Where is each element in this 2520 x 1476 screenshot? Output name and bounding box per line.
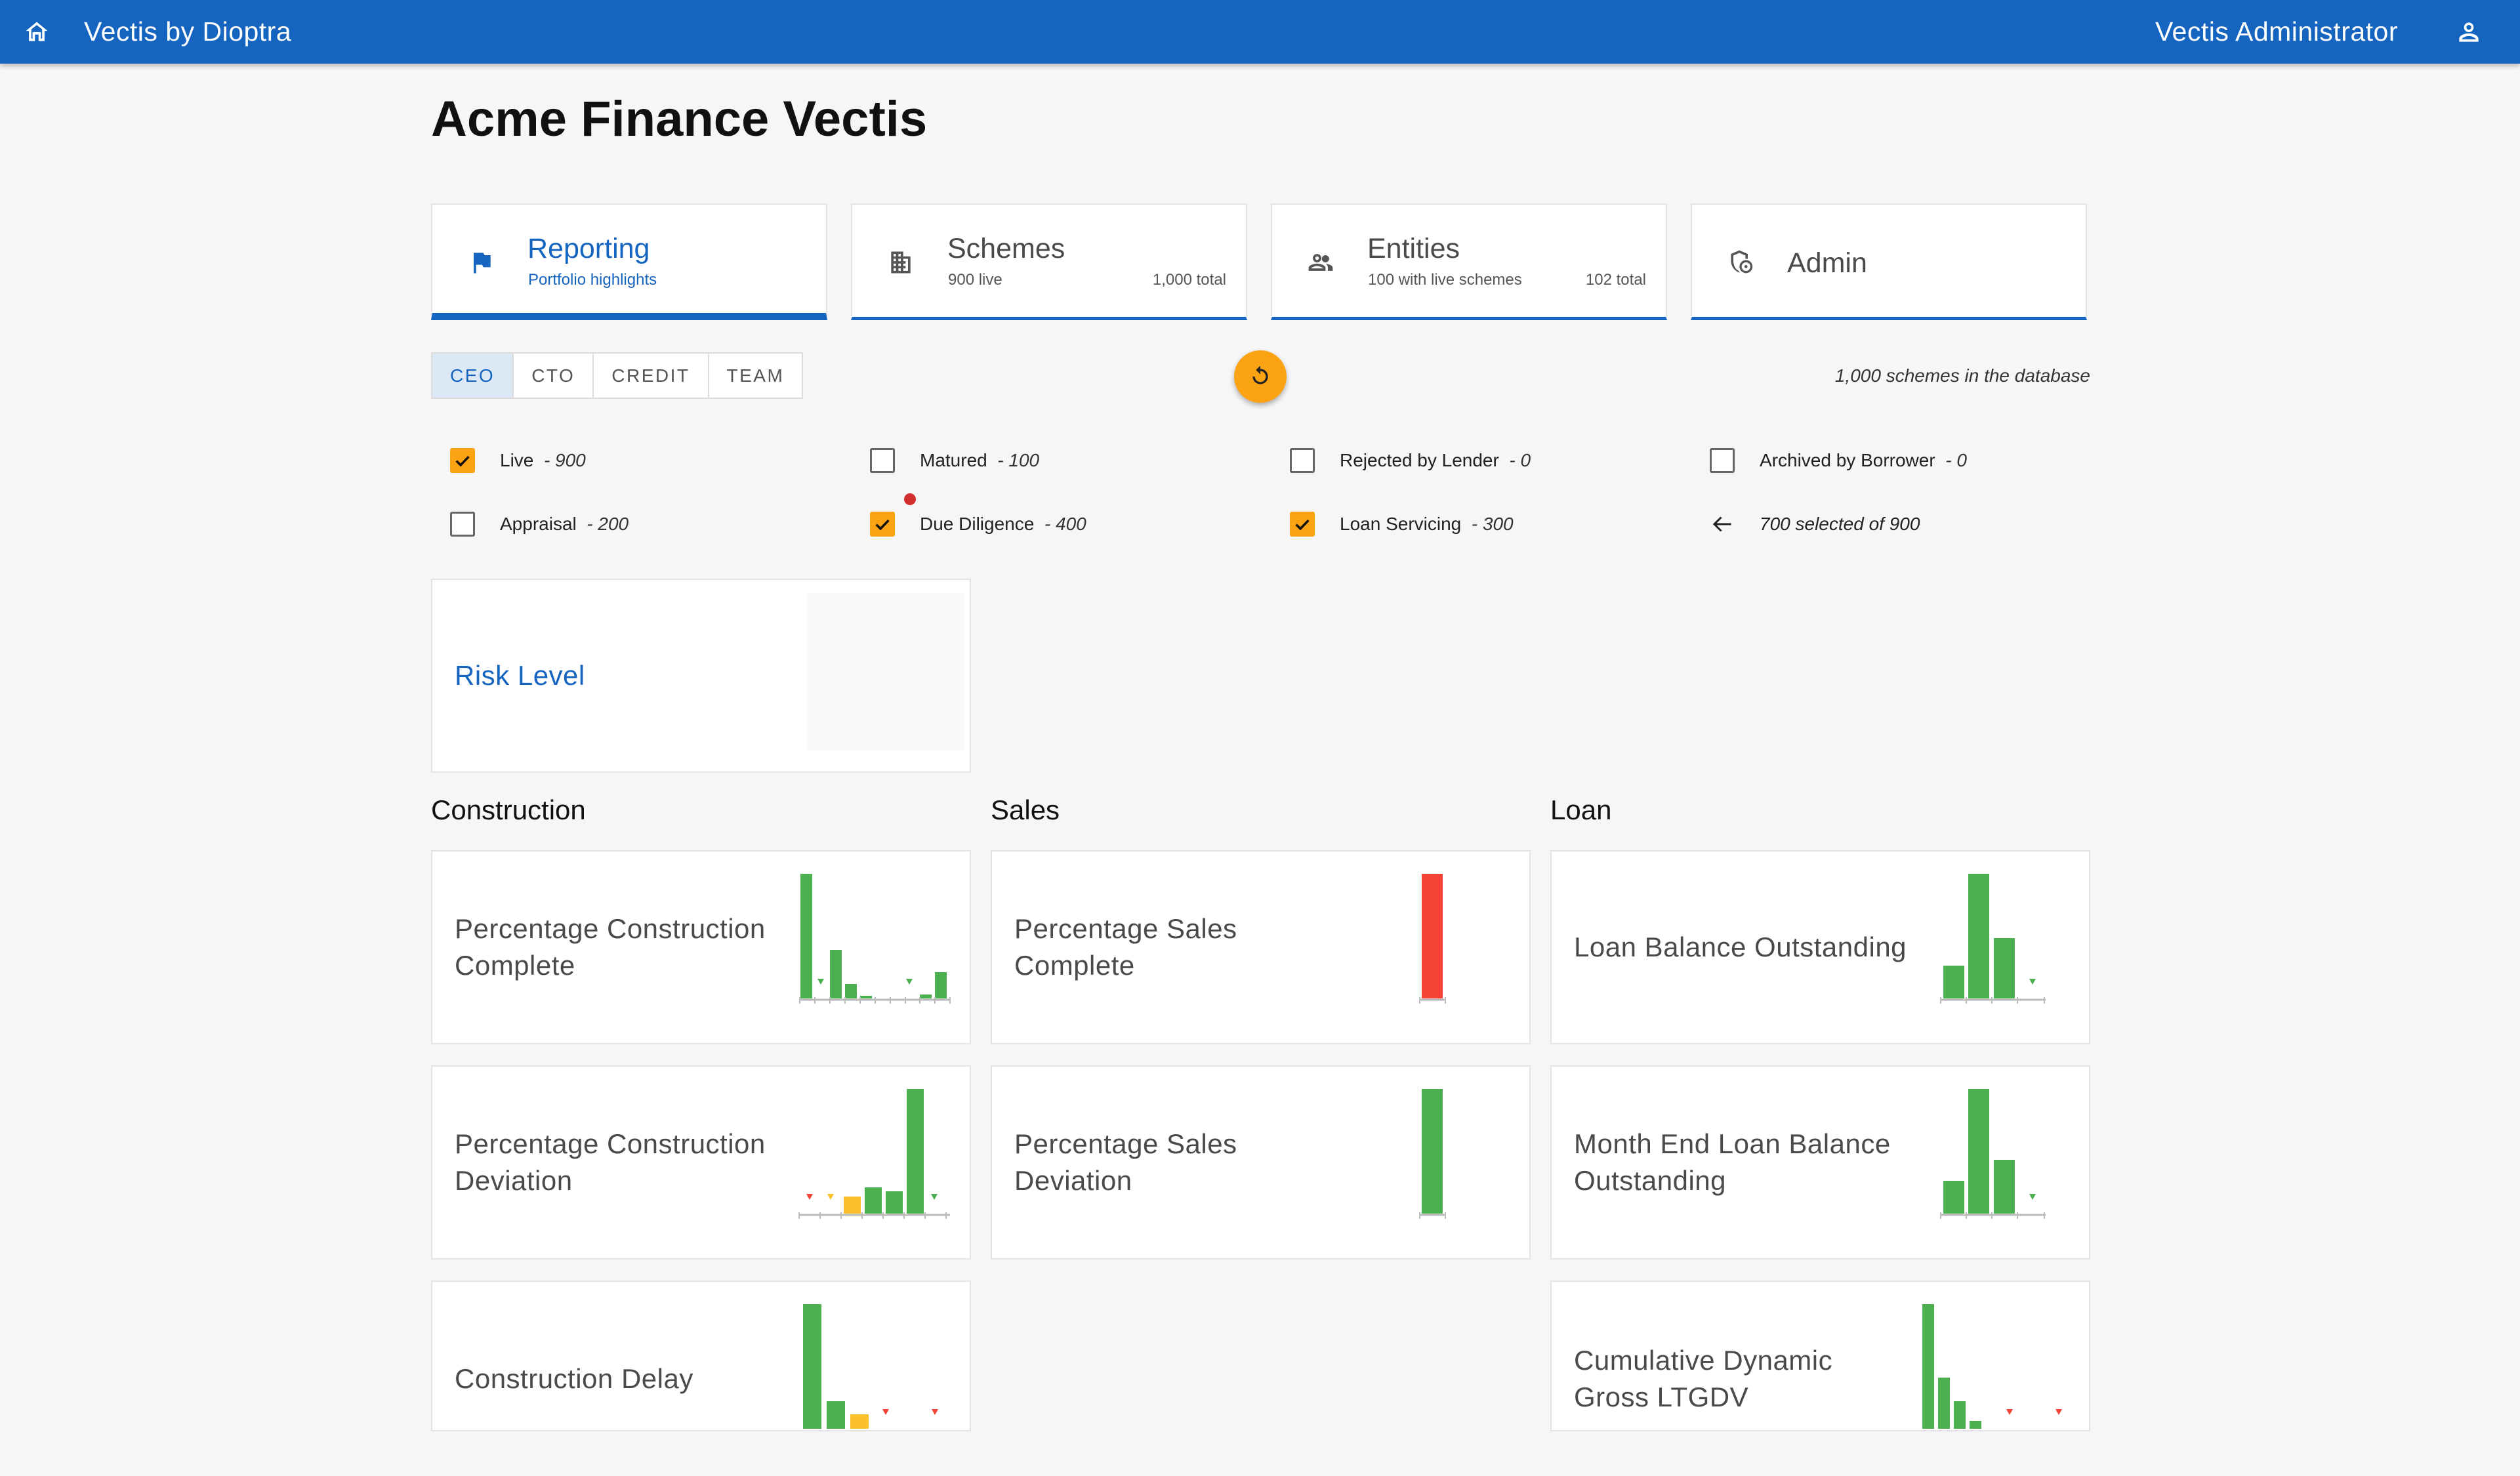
card-pct-construction-complete[interactable]: Percentage Construction Complete (431, 850, 971, 1044)
loan-balance-histogram (1940, 874, 2046, 1004)
filter-matured-checkbox[interactable] (870, 448, 895, 473)
admin-shield-icon (1731, 250, 1753, 274)
filter-due-diligence-checkbox[interactable] (870, 512, 895, 537)
card-pct-construction-deviation[interactable]: Percentage Construction Deviation (431, 1065, 971, 1260)
section-loan: Loan (1550, 794, 1612, 825)
selection-summary: 700 selected of 900 (1760, 514, 1920, 534)
tab-entities[interactable]: Entities 100 with live schemes 102 total (1271, 203, 1667, 320)
filter-rejected-checkbox[interactable] (1290, 448, 1315, 473)
construction-delay-histogram (803, 1304, 938, 1429)
section-sales: Sales (991, 794, 1060, 825)
tab-schemes[interactable]: Schemes 900 live 1,000 total (851, 203, 1247, 320)
card-construction-delay[interactable]: Construction Delay (431, 1281, 971, 1431)
page-title: Acme Finance Vectis (431, 91, 928, 147)
filter-archived-checkbox[interactable] (1710, 448, 1735, 473)
risk-level-histogram (806, 593, 964, 750)
filter-archived-label[interactable]: Archived by Borrower - 0 (1760, 449, 1967, 472)
card-title: Loan Balance Outstanding (1574, 932, 1907, 962)
card-risk-level[interactable]: Risk Level (431, 579, 971, 773)
filter-appraisal-label[interactable]: Appraisal - 200 (500, 513, 629, 535)
filter-loan-servicing-checkbox[interactable] (1290, 512, 1315, 537)
view-ceo[interactable]: CEO (432, 354, 514, 398)
month-end-loan-balance-histogram (1940, 1089, 2046, 1219)
view-cto[interactable]: CTO (514, 354, 594, 398)
filter-loan-servicing-label[interactable]: Loan Servicing - 300 (1340, 513, 1514, 535)
user-name[interactable]: Vectis Administrator (2155, 14, 2398, 49)
card-pct-sales-complete[interactable]: Percentage Sales Complete (991, 850, 1531, 1044)
account-icon[interactable] (2454, 18, 2483, 47)
tab-subtitle: Portfolio highlights (528, 271, 657, 289)
card-cumulative-dynamic-gross-ltgdv[interactable]: Cumulative Dynamic Gross LTGDV (1550, 1281, 2090, 1431)
ltgdv-histogram (1922, 1304, 2062, 1429)
sales-complete-histogram (1419, 874, 1446, 1004)
view-team[interactable]: TEAM (709, 354, 802, 398)
tab-label: Schemes (947, 233, 1065, 264)
card-title: Risk Level (455, 660, 585, 691)
section-construction: Construction (431, 794, 586, 825)
tab-total: 1,000 total (1152, 271, 1226, 289)
card-title: Construction Delay (455, 1363, 693, 1394)
app-brand[interactable]: Vectis by Dioptra (84, 14, 291, 49)
filter-rejected-label[interactable]: Rejected by Lender - 0 (1340, 449, 1531, 472)
card-loan-balance-outstanding[interactable]: Loan Balance Outstanding (1550, 850, 2090, 1044)
database-count: 1,000 schemes in the database (1834, 365, 2090, 386)
card-title: Percentage Construction Deviation (455, 1128, 766, 1196)
refresh-button[interactable] (1234, 350, 1287, 403)
filter-live-label[interactable]: Live - 900 (500, 449, 586, 472)
home-icon[interactable] (22, 17, 51, 46)
notification-dot (904, 493, 916, 505)
tab-label: Entities (1367, 233, 1460, 264)
construction-complete-histogram (799, 874, 951, 1004)
card-title: Cumulative Dynamic Gross LTGDV (1574, 1345, 1833, 1412)
card-title: Percentage Sales Deviation (1014, 1128, 1237, 1196)
card-title: Percentage Sales Complete (1014, 913, 1237, 981)
flag-icon (474, 251, 491, 274)
building-icon (891, 251, 911, 274)
tab-subtitle: 100 with live schemes (1368, 271, 1522, 289)
tab-label: Reporting (527, 233, 650, 264)
filter-matured-label[interactable]: Matured - 100 (920, 449, 1039, 472)
arrow-left-icon (1712, 516, 1731, 532)
tab-label: Admin (1787, 247, 1867, 279)
filter-live-checkbox[interactable] (450, 448, 475, 473)
construction-deviation-histogram (798, 1089, 950, 1219)
people-icon (1308, 254, 1333, 271)
refresh-icon (1252, 365, 1268, 384)
card-month-end-loan-balance[interactable]: Month End Loan Balance Outstanding (1550, 1065, 2090, 1260)
card-title: Month End Loan Balance Outstanding (1574, 1128, 1891, 1196)
tab-admin[interactable]: Admin (1691, 203, 2087, 320)
filter-appraisal-checkbox[interactable] (450, 512, 475, 537)
card-title: Percentage Construction Complete (455, 913, 766, 981)
tab-total: 102 total (1585, 271, 1646, 289)
card-pct-sales-deviation[interactable]: Percentage Sales Deviation (991, 1065, 1531, 1260)
tab-subtitle: 900 live (948, 271, 1002, 289)
view-credit[interactable]: CREDIT (594, 354, 709, 398)
app-bar: Vectis by Dioptra Vectis Administrator (0, 0, 2520, 64)
tab-reporting[interactable]: Reporting Portfolio highlights (431, 203, 827, 320)
sales-deviation-histogram (1419, 1089, 1446, 1219)
filter-due-diligence-label[interactable]: Due Diligence - 400 (920, 513, 1086, 535)
role-view-toggle: CEO CTO CREDIT TEAM (431, 352, 804, 399)
